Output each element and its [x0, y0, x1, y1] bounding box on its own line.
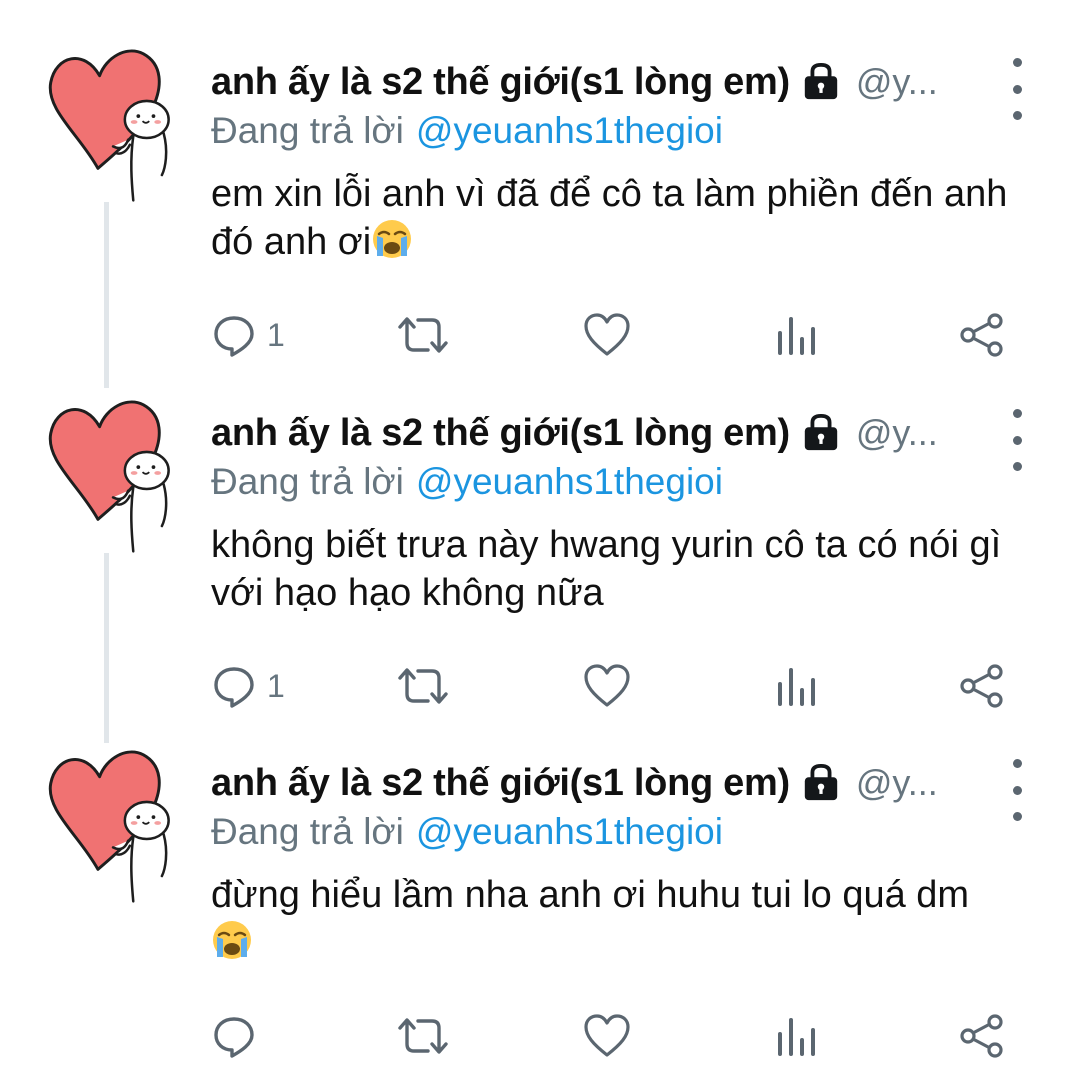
share-button[interactable] [959, 1011, 1005, 1061]
reply-icon [214, 316, 254, 357]
analytics-icon [778, 668, 815, 706]
reply-count: 1 [267, 316, 285, 353]
replying-mention[interactable]: @yeuanhs1thegioi [416, 461, 723, 502]
avatar[interactable] [34, 42, 182, 202]
retweet-button[interactable] [396, 661, 450, 711]
tweet-text: không biết trưa này hwang yurin cô ta có… [211, 521, 1051, 617]
retweet-icon [398, 668, 448, 704]
tweet-header: anh ấy là s2 thế giới(s1 lòng em) @y... [211, 753, 991, 813]
retweet-button[interactable] [396, 310, 450, 360]
tweet-text-content: đừng hiểu lầm nha anh ơi huhu tui lo quá… [211, 874, 970, 916]
reply-icon [214, 1017, 254, 1058]
reply-button[interactable]: 1 [211, 661, 285, 711]
like-button[interactable] [583, 1011, 631, 1061]
like-button[interactable] [583, 661, 631, 711]
retweet-button[interactable] [396, 1011, 450, 1061]
replying-mention[interactable]: @yeuanhs1thegioi [416, 110, 723, 151]
display-name[interactable]: anh ấy là s2 thế giới(s1 lòng em) [211, 762, 790, 805]
analytics-button[interactable] [776, 1011, 816, 1061]
share-icon [960, 1014, 1003, 1058]
user-handle[interactable]: @y... [856, 61, 938, 103]
share-button[interactable] [959, 661, 1005, 711]
reply-button[interactable] [211, 1011, 267, 1061]
avatar[interactable] [34, 393, 182, 553]
share-icon [960, 664, 1003, 708]
thread-connector [104, 553, 109, 743]
tweet-header: anh ấy là s2 thế giới(s1 lòng em) @y... [211, 403, 991, 463]
replying-to: Đang trả lời @yeuanhs1thegioi [211, 461, 723, 503]
tweet-header: anh ấy là s2 thế giới(s1 lòng em) @y... [211, 52, 991, 112]
heart-icon [584, 1014, 630, 1057]
display-name[interactable]: anh ấy là s2 thế giới(s1 lòng em) [211, 61, 790, 104]
tweet-actions: 1 [211, 310, 1021, 360]
retweet-icon [398, 317, 448, 353]
reply-count: 1 [267, 667, 285, 704]
tweet-text-content: em xin lỗi anh vì đã để cô ta làm phiền … [211, 173, 1008, 263]
replying-label: Đang trả lời [211, 110, 404, 151]
replying-label: Đang trả lời [211, 811, 404, 852]
analytics-button[interactable] [776, 661, 816, 711]
analytics-icon [778, 1018, 815, 1056]
more-options-icon[interactable] [1000, 58, 1034, 120]
heart-icon [584, 664, 630, 707]
tweet-3[interactable]: anh ấy là s2 thế giới(s1 lòng em) @y... … [0, 731, 1080, 1081]
share-button[interactable] [959, 310, 1005, 360]
tweet-text: em xin lỗi anh vì đã để cô ta làm phiền … [211, 170, 1051, 266]
thread-connector [104, 202, 109, 388]
tweet-text-content: không biết trưa này hwang yurin cô ta có… [211, 524, 1002, 614]
more-options-icon[interactable] [1000, 409, 1034, 471]
more-options-icon[interactable] [1000, 759, 1034, 821]
display-name[interactable]: anh ấy là s2 thế giới(s1 lòng em) [211, 412, 790, 455]
replying-mention[interactable]: @yeuanhs1thegioi [416, 811, 723, 852]
tweet-text: đừng hiểu lầm nha anh ơi huhu tui lo quá… [211, 871, 1051, 967]
retweet-icon [398, 1018, 448, 1054]
tweet-1[interactable]: anh ấy là s2 thế giới(s1 lòng em) @y... … [0, 30, 1080, 388]
reply-button[interactable]: 1 [211, 310, 285, 360]
user-handle[interactable]: @y... [856, 762, 938, 804]
crying-face-emoji [371, 218, 413, 260]
reply-icon [214, 667, 254, 708]
crying-face-emoji [211, 919, 253, 961]
analytics-icon [778, 317, 815, 355]
tweet-actions [211, 1011, 1021, 1061]
lock-icon [802, 763, 839, 803]
replying-label: Đang trả lời [211, 461, 404, 502]
lock-icon [802, 413, 839, 453]
avatar[interactable] [34, 743, 182, 903]
replying-to: Đang trả lời @yeuanhs1thegioi [211, 110, 723, 152]
user-handle[interactable]: @y... [856, 412, 938, 454]
like-button[interactable] [583, 310, 631, 360]
tweet-actions: 1 [211, 661, 1021, 711]
analytics-button[interactable] [776, 310, 816, 360]
replying-to: Đang trả lời @yeuanhs1thegioi [211, 811, 723, 853]
lock-icon [802, 62, 839, 102]
share-icon [960, 313, 1003, 357]
heart-icon [584, 313, 630, 356]
tweet-2[interactable]: anh ấy là s2 thế giới(s1 lòng em) @y... … [0, 381, 1080, 743]
